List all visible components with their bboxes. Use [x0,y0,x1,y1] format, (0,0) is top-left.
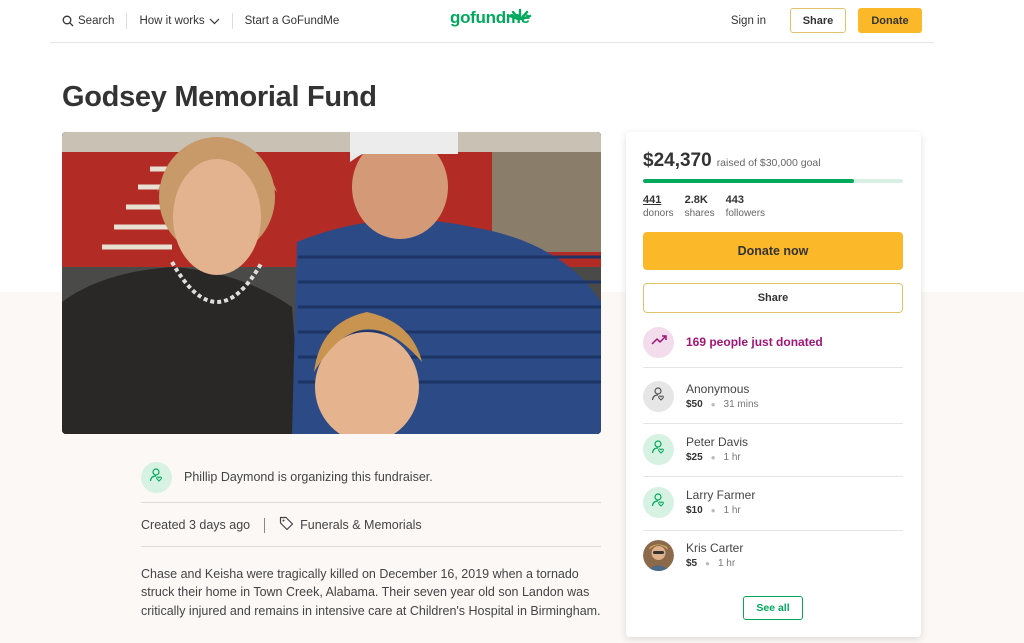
logo-leaf-icon [508,5,532,25]
donor-name: Larry Farmer [686,488,756,502]
divider [643,367,903,368]
campaign-photo [62,132,601,434]
donation-item: Larry Farmer $10 ● 1 hr [643,482,755,522]
donation-item: Kris Carter $5 ● 1 hr [643,535,743,575]
donation-detail: $25 ● 1 hr [686,452,748,463]
sign-in-link[interactable]: Sign in [731,15,766,27]
stat-label: followers [725,208,766,219]
dot-separator: ● [710,506,716,515]
stat-donors[interactable]: 441 donors [643,194,674,219]
donation-info: Anonymous $50 ● 31 mins [686,382,759,410]
donation-detail: $10 ● 1 hr [686,505,755,516]
search-link[interactable]: Search [62,15,114,27]
organizer-row: Phillip Daymond is organizing this fundr… [141,452,601,502]
donation-amount: $5 [686,558,698,569]
user-heart-icon [149,467,165,488]
donation-item: Peter Davis $25 ● 1 hr [643,429,748,469]
see-all-button[interactable]: See all [743,596,803,620]
organizer-avatar [141,461,172,493]
donation-info: Larry Farmer $10 ● 1 hr [686,488,755,516]
search-label: Search [78,15,115,27]
recent-donations-banner: 169 people just donated [643,326,823,358]
donation-time: 1 hr [723,505,741,516]
donation-amount: $50 [686,399,703,410]
dot-separator: ● [710,453,716,462]
stats-row: 441 donors 2.8K shares 443 followers [643,194,765,219]
stat-value: 2.8K [684,194,708,206]
nav-divider [231,13,233,29]
divider [141,502,601,503]
avatar [643,380,674,412]
start-gofundme-link[interactable]: Start a GoFundMe [245,15,340,27]
stat-value: 441 [643,194,662,206]
how-it-works-label: How it works [139,15,205,27]
stat-label: shares [684,208,715,219]
search-icon [62,15,74,27]
avatar [643,433,674,465]
nav-divider [126,13,128,29]
header-donate-button[interactable]: Donate [858,8,922,33]
trend-badge [643,326,674,358]
divider [643,423,903,424]
chevron-down-icon [209,18,220,25]
dot-separator: ● [705,559,710,568]
site-header: Search How it works Start a GoFundMe gof… [50,0,934,43]
goal-text: raised of $30,000 goal [716,157,821,169]
user-heart-icon [651,492,667,513]
donation-item: Anonymous $50 ● 31 mins [643,376,759,416]
start-gofundme-label: Start a GoFundMe [244,15,340,27]
donation-amount: $10 [686,505,703,516]
donor-name: Peter Davis [686,435,749,449]
trend-text: 169 people just donated [686,335,823,349]
donation-detail: $5 ● 1 hr [686,558,743,569]
donor-name: Anonymous [686,382,750,396]
donation-time: 1 hr [723,452,741,463]
divider [643,476,903,477]
category-link[interactable]: Funerals & Memorials [279,516,422,534]
divider [643,530,903,531]
user-heart-icon [651,386,667,407]
user-heart-icon [651,439,667,460]
progress-fill [643,179,855,183]
donation-amount: $25 [686,452,703,463]
donation-info: Kris Carter $5 ● 1 hr [686,541,743,569]
header-share-button[interactable]: Share [790,8,846,33]
dot-separator: ● [710,400,716,409]
tag-icon [279,516,294,534]
nav-left: Search How it works Start a GoFundMe [62,0,339,42]
progress-bar [643,179,903,183]
amount-raised: $24,370 [643,150,712,171]
meta-divider [264,517,266,533]
how-it-works-menu[interactable]: How it works [139,15,220,27]
donation-info: Peter Davis $25 ● 1 hr [686,435,748,463]
donation-time: 31 mins [723,399,759,410]
donation-detail: $50 ● 31 mins [686,399,759,410]
donate-now-button[interactable]: Donate now [643,232,903,270]
created-text: Created 3 days ago [141,518,251,532]
trending-up-icon [650,333,667,351]
donation-time: 1 hr [717,558,736,569]
story-text: Chase and Keisha were tragically killed … [141,567,601,618]
share-button[interactable]: Share [643,283,903,313]
meta-row: Created 3 days ago Funerals & Memorials [141,513,601,537]
avatar [643,486,674,518]
donor-name: Kris Carter [686,541,744,555]
page-title: Godsey Memorial Fund [62,81,377,113]
divider [141,546,601,547]
stat-label: donors [643,208,674,219]
stat-shares: 2.8K shares [685,194,715,219]
stat-value: 443 [725,194,744,206]
nav-right: Sign in Share Donate [731,8,922,33]
stat-followers: 443 followers [726,194,765,219]
avatar-photo [643,539,674,571]
gofundme-logo[interactable]: gofundme [450,5,532,28]
donation-card: $24,370 raised of $30,000 goal 441 donor… [626,132,921,637]
amount-line: $24,370 raised of $30,000 goal [643,150,821,172]
category-label: Funerals & Memorials [300,518,422,532]
organizer-text: Phillip Daymond is organizing this fundr… [184,470,433,484]
